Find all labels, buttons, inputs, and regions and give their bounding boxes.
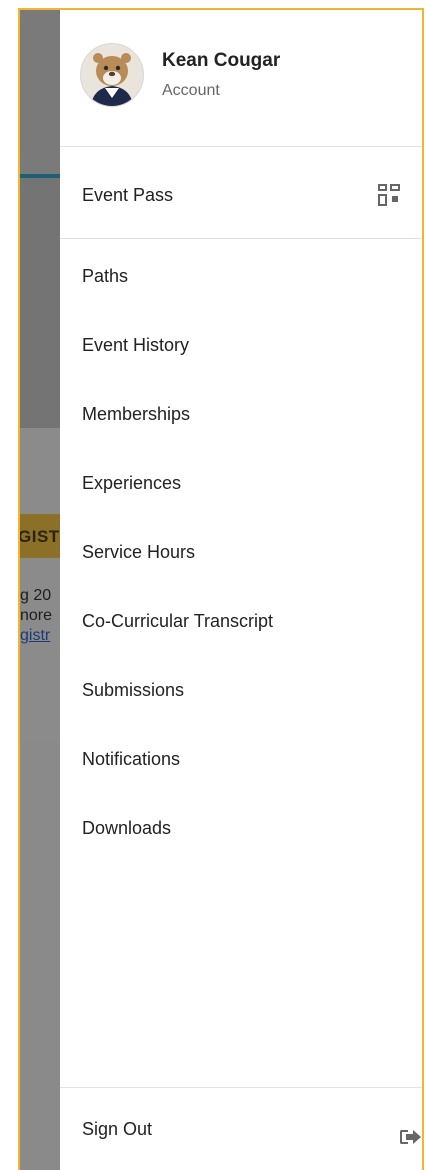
background-banner: GIST	[20, 514, 60, 558]
menu-item-service-hours[interactable]: Service Hours	[60, 527, 422, 577]
background-header	[20, 10, 60, 176]
menu-item-event-history[interactable]: Event History	[60, 320, 422, 370]
cougar-mascot-image	[81, 44, 143, 106]
event-pass-label: Event Pass	[82, 184, 174, 205]
background-card	[20, 428, 60, 740]
profile-header[interactable]: Kean Cougar Account	[60, 10, 422, 146]
background-banner-text: GIST	[18, 527, 60, 546]
menu-item-notifications[interactable]: Notifications	[60, 734, 422, 784]
menu-item-memberships[interactable]: Memberships	[60, 389, 422, 439]
menu-item-label: Downloads	[82, 817, 172, 838]
menu-item-label: Service Hours	[82, 541, 196, 562]
menu-item-label: Memberships	[82, 403, 191, 424]
background-text-line: g 20	[20, 587, 52, 604]
menu-item-label: Paths	[82, 265, 129, 286]
menu-item-co-curricular-transcript[interactable]: Co-Curricular Transcript	[60, 596, 422, 646]
menu-item-downloads[interactable]: Downloads	[60, 803, 422, 853]
menu-item-label: Notifications	[82, 748, 181, 769]
divider	[60, 1087, 422, 1088]
menu-item-submissions[interactable]: Submissions	[60, 665, 422, 715]
background-footer	[20, 740, 60, 1170]
divider	[60, 238, 422, 239]
menu-item-paths[interactable]: Paths	[60, 251, 422, 301]
menu-item-label: Experiences	[82, 472, 182, 493]
menu-item-experiences[interactable]: Experiences	[60, 458, 422, 508]
sign-out-item[interactable]: Sign Out	[60, 1104, 422, 1154]
divider	[60, 146, 422, 147]
menu-item-label: Co-Curricular Transcript	[82, 610, 274, 631]
avatar	[80, 43, 144, 107]
menu-item-label: Submissions	[82, 679, 185, 700]
navigation-drawer: Kean Cougar Account Event Pass Paths Eve…	[60, 10, 422, 1170]
app-frame: GIST g 20 nore gistr Kean Cougar Account…	[18, 8, 424, 1170]
background-section	[20, 178, 60, 428]
sign-out-label: Sign Out	[82, 1118, 153, 1139]
background-text: g 20 nore gistr	[20, 586, 60, 646]
qr-code-icon	[378, 184, 400, 206]
menu-item-label: Event History	[82, 334, 190, 355]
background-link[interactable]: gistr	[20, 626, 60, 646]
profile-name: Kean Cougar	[162, 50, 281, 71]
event-pass-item[interactable]: Event Pass	[60, 170, 422, 220]
background-text-line: nore	[20, 607, 53, 624]
profile-account-link[interactable]: Account	[162, 82, 220, 100]
